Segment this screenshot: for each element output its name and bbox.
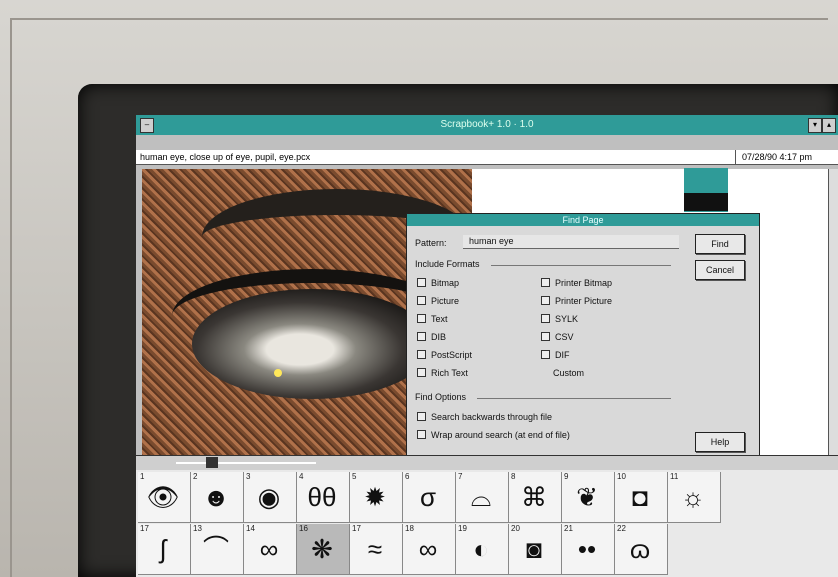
- thumbnail-image: ∞: [259, 534, 279, 564]
- thumbnail-image: ❋: [311, 534, 333, 564]
- thumbnail-image: ✹: [364, 482, 386, 512]
- maximize-button[interactable]: ▴: [822, 118, 836, 133]
- thumbnail-cell[interactable]: 11 ☼: [668, 472, 721, 523]
- format-checkbox-printer-bitmap[interactable]: Printer Bitmap: [541, 278, 612, 288]
- thumbnail-cell[interactable]: 22 ɷ: [615, 524, 668, 575]
- thumbnail-cell[interactable]: 19 ◐: [456, 524, 509, 575]
- pattern-label: Pattern:: [415, 238, 447, 248]
- format-checkbox-rich-text[interactable]: Rich Text: [417, 368, 468, 378]
- find-options-rule: [477, 398, 671, 399]
- format-checkbox-text[interactable]: Text: [417, 314, 448, 324]
- thumbnail-image: ◙: [526, 534, 542, 564]
- thumbnail-cell[interactable]: 6σ: [403, 472, 456, 523]
- pattern-input[interactable]: human eye: [463, 235, 679, 249]
- thumbnail-image: σ: [419, 482, 437, 512]
- thumbnail-image: ≈: [367, 534, 383, 564]
- format-checkbox-dib[interactable]: DIB: [417, 332, 446, 342]
- thumbnail-image: ⌘: [521, 482, 547, 512]
- thumbnail-image: ⌓: [470, 482, 492, 512]
- help-button[interactable]: Help: [695, 432, 745, 452]
- thumbnail-image: ◘: [632, 482, 648, 512]
- minimize-button[interactable]: ▾: [808, 118, 822, 133]
- format-custom-label[interactable]: Custom: [553, 368, 584, 378]
- window-titlebar: Scrapbook+ 1.0 · 1.0 – ▾ ▴: [136, 115, 838, 135]
- vertical-scrollbar[interactable]: [828, 169, 838, 503]
- format-checkbox-csv[interactable]: CSV: [541, 332, 574, 342]
- thumbnail-cell[interactable]: 14 ∞: [244, 524, 297, 575]
- thumbnail-image: ◐: [473, 534, 489, 564]
- find-page-dialog: Find Page Pattern: human eye Find Cancel…: [406, 213, 760, 457]
- format-checkbox-dif[interactable]: DIF: [541, 350, 570, 360]
- wall-frame-top: [10, 18, 828, 20]
- thumbnail-cell[interactable]: 17 ≈: [350, 524, 403, 575]
- thumbnail-image: ∞: [418, 534, 438, 564]
- thumbnail-image: 👁: [146, 482, 180, 512]
- thumbnail-image: ☼: [681, 482, 705, 512]
- thumbnail-strip: 1 👁 2 ☻ 3 ◉ 4 θθ 5 ✹ 6 σ 7 ⌓ 8 ⌘ 9 ❦ 10 ◘ 11 ☼ 17 ʃ 13 ⌒ 14 ∞ 16 ❋ 17 ≈…: [136, 470, 838, 577]
- thumbnail-image: ⌒: [202, 534, 229, 564]
- format-checkbox-sylk[interactable]: SYLK: [541, 314, 578, 324]
- thumbnail-cell[interactable]: 16 ❋: [297, 524, 350, 575]
- thumbnail-image: ʃ: [160, 534, 166, 564]
- thumbnail-image: ••: [577, 534, 597, 564]
- thumbnail-cell[interactable]: 7 ⌓: [456, 472, 509, 523]
- thumbnail-image: ☻: [202, 482, 230, 512]
- thumbnail-image: ❦: [576, 482, 598, 512]
- system-menu-button[interactable]: –: [140, 118, 154, 133]
- option-wrap-around[interactable]: Wrap around search (at end of file): [417, 430, 570, 440]
- thumbnail-image: ɷ: [629, 534, 651, 564]
- window-title: Scrapbook+ 1.0 · 1.0: [440, 119, 534, 130]
- thumbnail-cell[interactable]: 17 ʃ: [138, 524, 191, 575]
- include-formats-rule: [491, 265, 671, 266]
- format-checkbox-postscript[interactable]: PostScript: [417, 350, 472, 360]
- document-timestamp: 07/28/90 4:17 pm: [735, 150, 836, 164]
- wall-frame-left: [10, 18, 12, 577]
- format-checkbox-picture[interactable]: Picture: [417, 296, 459, 306]
- thumbnail-cell[interactable]: 1 👁: [138, 472, 191, 523]
- format-checkbox-printer-picture[interactable]: Printer Picture: [541, 296, 612, 306]
- thumbnail-image: ◉: [257, 482, 281, 512]
- thumbnail-cell[interactable]: 10 ◘: [615, 472, 668, 523]
- cancel-button[interactable]: Cancel: [695, 260, 745, 280]
- thumbnail-cell[interactable]: 20 ◙: [509, 524, 562, 575]
- find-options-title: Find Options: [415, 392, 467, 402]
- scroll-track: [176, 462, 316, 464]
- pupil-highlight: [274, 369, 282, 377]
- find-button[interactable]: Find: [695, 234, 745, 254]
- thumbnail-cell[interactable]: 3 ◉: [244, 472, 297, 523]
- thumbnail-cell[interactable]: 4 θθ: [297, 472, 350, 523]
- page-indicator-icons: [684, 193, 728, 211]
- format-checkbox-bitmap[interactable]: Bitmap: [417, 278, 459, 288]
- thumbnail-cell[interactable]: 18 ∞: [403, 524, 456, 575]
- thumbnail-cell[interactable]: 8 ⌘: [509, 472, 562, 523]
- page-scrollbar[interactable]: [136, 455, 838, 470]
- thumbnail-cell[interactable]: 9 ❦: [562, 472, 615, 523]
- option-search-backwards[interactable]: Search backwards through file: [417, 412, 552, 422]
- thumbnail-cell[interactable]: 2 ☻: [191, 472, 244, 523]
- eye-shape: [192, 289, 432, 399]
- document-header: human eye, close up of eye, pupil, eye.p…: [136, 150, 838, 165]
- dialog-title: Find Page: [407, 214, 759, 226]
- thumbnail-image: θθ: [307, 482, 337, 512]
- scroll-thumb[interactable]: [206, 457, 218, 468]
- thumbnail-cell[interactable]: 5 ✹: [350, 472, 403, 523]
- thumbnail-cell[interactable]: 13 ⌒: [191, 524, 244, 575]
- monitor-screen: Scrapbook+ 1.0 · 1.0 – ▾ ▴ human eye, cl…: [136, 115, 838, 577]
- document-name: human eye, close up of eye, pupil, eye.p…: [140, 152, 311, 162]
- thumbnail-cell[interactable]: 21 ••: [562, 524, 615, 575]
- include-formats-title: Include Formats: [415, 259, 480, 269]
